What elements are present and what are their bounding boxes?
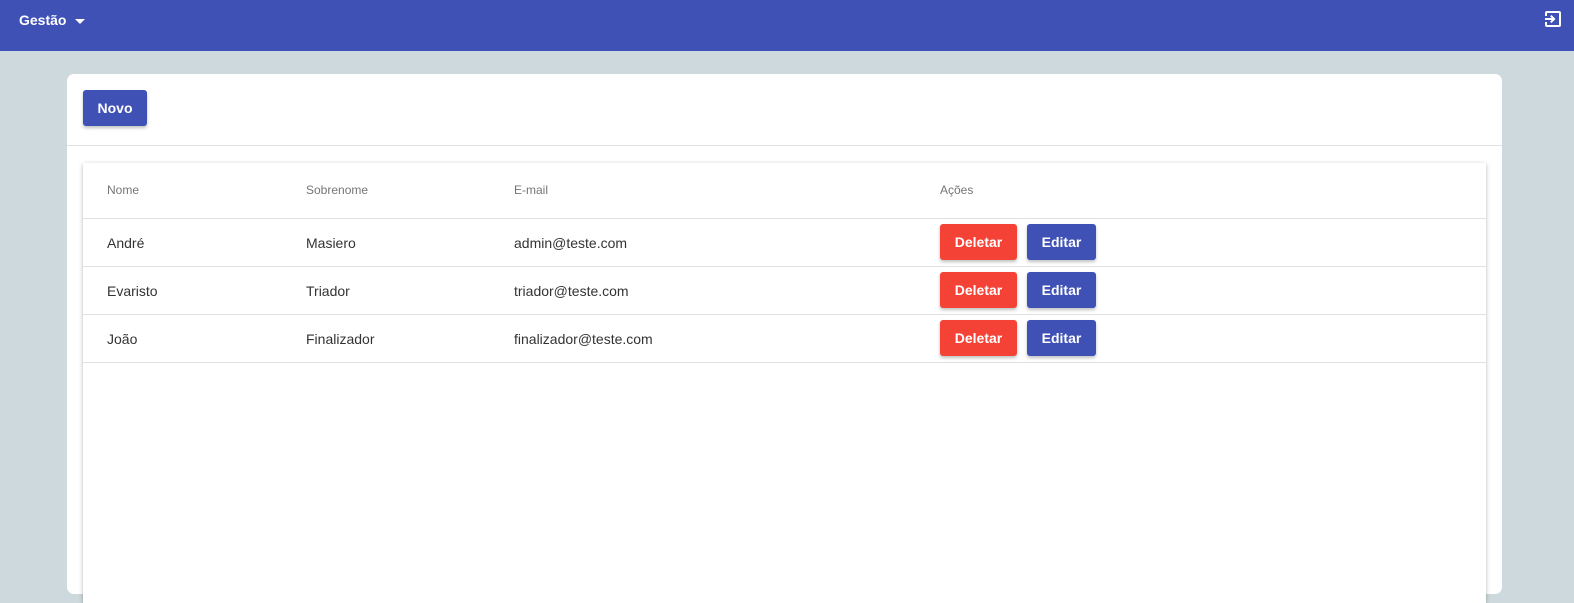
cell-sobrenome: Triador [306,283,350,299]
logout-button[interactable] [1543,9,1563,29]
app-bar: Gestão [0,0,1574,51]
delete-button[interactable]: Deletar [940,320,1017,356]
gestao-menu-label: Gestão [19,12,67,28]
cell-nome: André [107,235,145,251]
column-header-sobrenome: Sobrenome [306,183,369,197]
table-row: João Finalizador finalizador@teste.com D… [83,315,1486,363]
column-header-acoes: Ações [940,183,974,197]
edit-button[interactable]: Editar [1027,224,1096,260]
divider [67,145,1502,146]
column-header-email: E-mail [514,183,549,197]
cell-email: triador@teste.com [514,283,629,299]
cell-sobrenome: Masiero [306,235,356,251]
gestao-menu-button[interactable]: Gestão [19,10,86,30]
table-row: Evaristo Triador triador@teste.com Delet… [83,267,1486,315]
cell-email: finalizador@teste.com [514,331,653,347]
chevron-down-icon [75,18,86,24]
cell-email: admin@teste.com [514,235,628,251]
edit-button[interactable]: Editar [1027,272,1096,308]
delete-button[interactable]: Deletar [940,224,1017,260]
table-row: André Masiero admin@teste.com Deletar Ed… [83,219,1486,267]
users-table: Nome Sobrenome E-mail Ações André Masier… [83,163,1486,603]
new-button[interactable]: Novo [83,90,147,126]
column-header-nome: Nome [107,183,140,197]
cell-nome: Evaristo [107,283,158,299]
delete-button[interactable]: Deletar [940,272,1017,308]
exit-to-app-icon [1545,11,1561,27]
cell-nome: João [107,331,138,347]
cell-sobrenome: Finalizador [306,331,375,347]
table-header: Nome Sobrenome E-mail Ações [83,163,1486,219]
content-card: Novo Nome Sobrenome E-mail Ações André M… [67,74,1502,603]
edit-button[interactable]: Editar [1027,320,1096,356]
